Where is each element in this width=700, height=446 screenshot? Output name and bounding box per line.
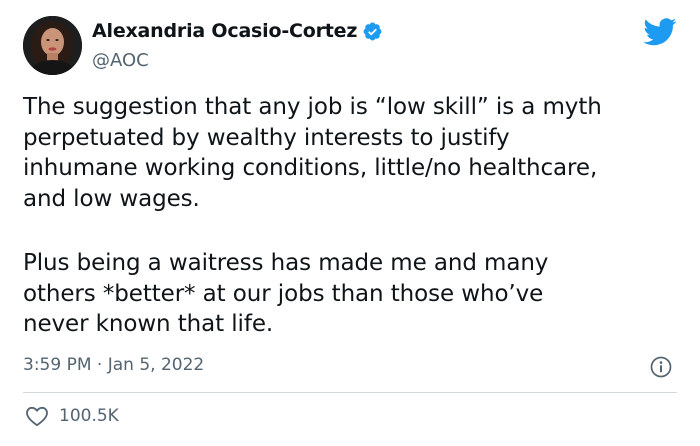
info-icon[interactable] <box>650 356 672 378</box>
verified-badge-icon <box>362 21 383 42</box>
heart-icon[interactable] <box>25 405 49 427</box>
tweet-card: Alexandria Ocasio-Cortez @AOC The sugges… <box>0 0 700 446</box>
avatar[interactable] <box>23 16 82 75</box>
tweet-timestamp[interactable]: 3:59 PM · Jan 5, 2022 <box>23 355 204 375</box>
tweet-text-paragraph-1: The suggestion that any job is “low skil… <box>23 94 602 212</box>
author-name-row: Alexandria Ocasio-Cortez <box>92 20 383 42</box>
like-action[interactable]: 100.5K <box>25 405 119 427</box>
author-display-name[interactable]: Alexandria Ocasio-Cortez <box>92 20 357 42</box>
twitter-bird-icon[interactable] <box>643 18 677 46</box>
avatar-image <box>23 16 82 75</box>
tweet-text-paragraph-2: Plus being a waitress has made me and ma… <box>23 250 549 337</box>
divider <box>23 392 677 393</box>
like-count: 100.5K <box>59 406 119 426</box>
author-handle[interactable]: @AOC <box>92 50 149 71</box>
